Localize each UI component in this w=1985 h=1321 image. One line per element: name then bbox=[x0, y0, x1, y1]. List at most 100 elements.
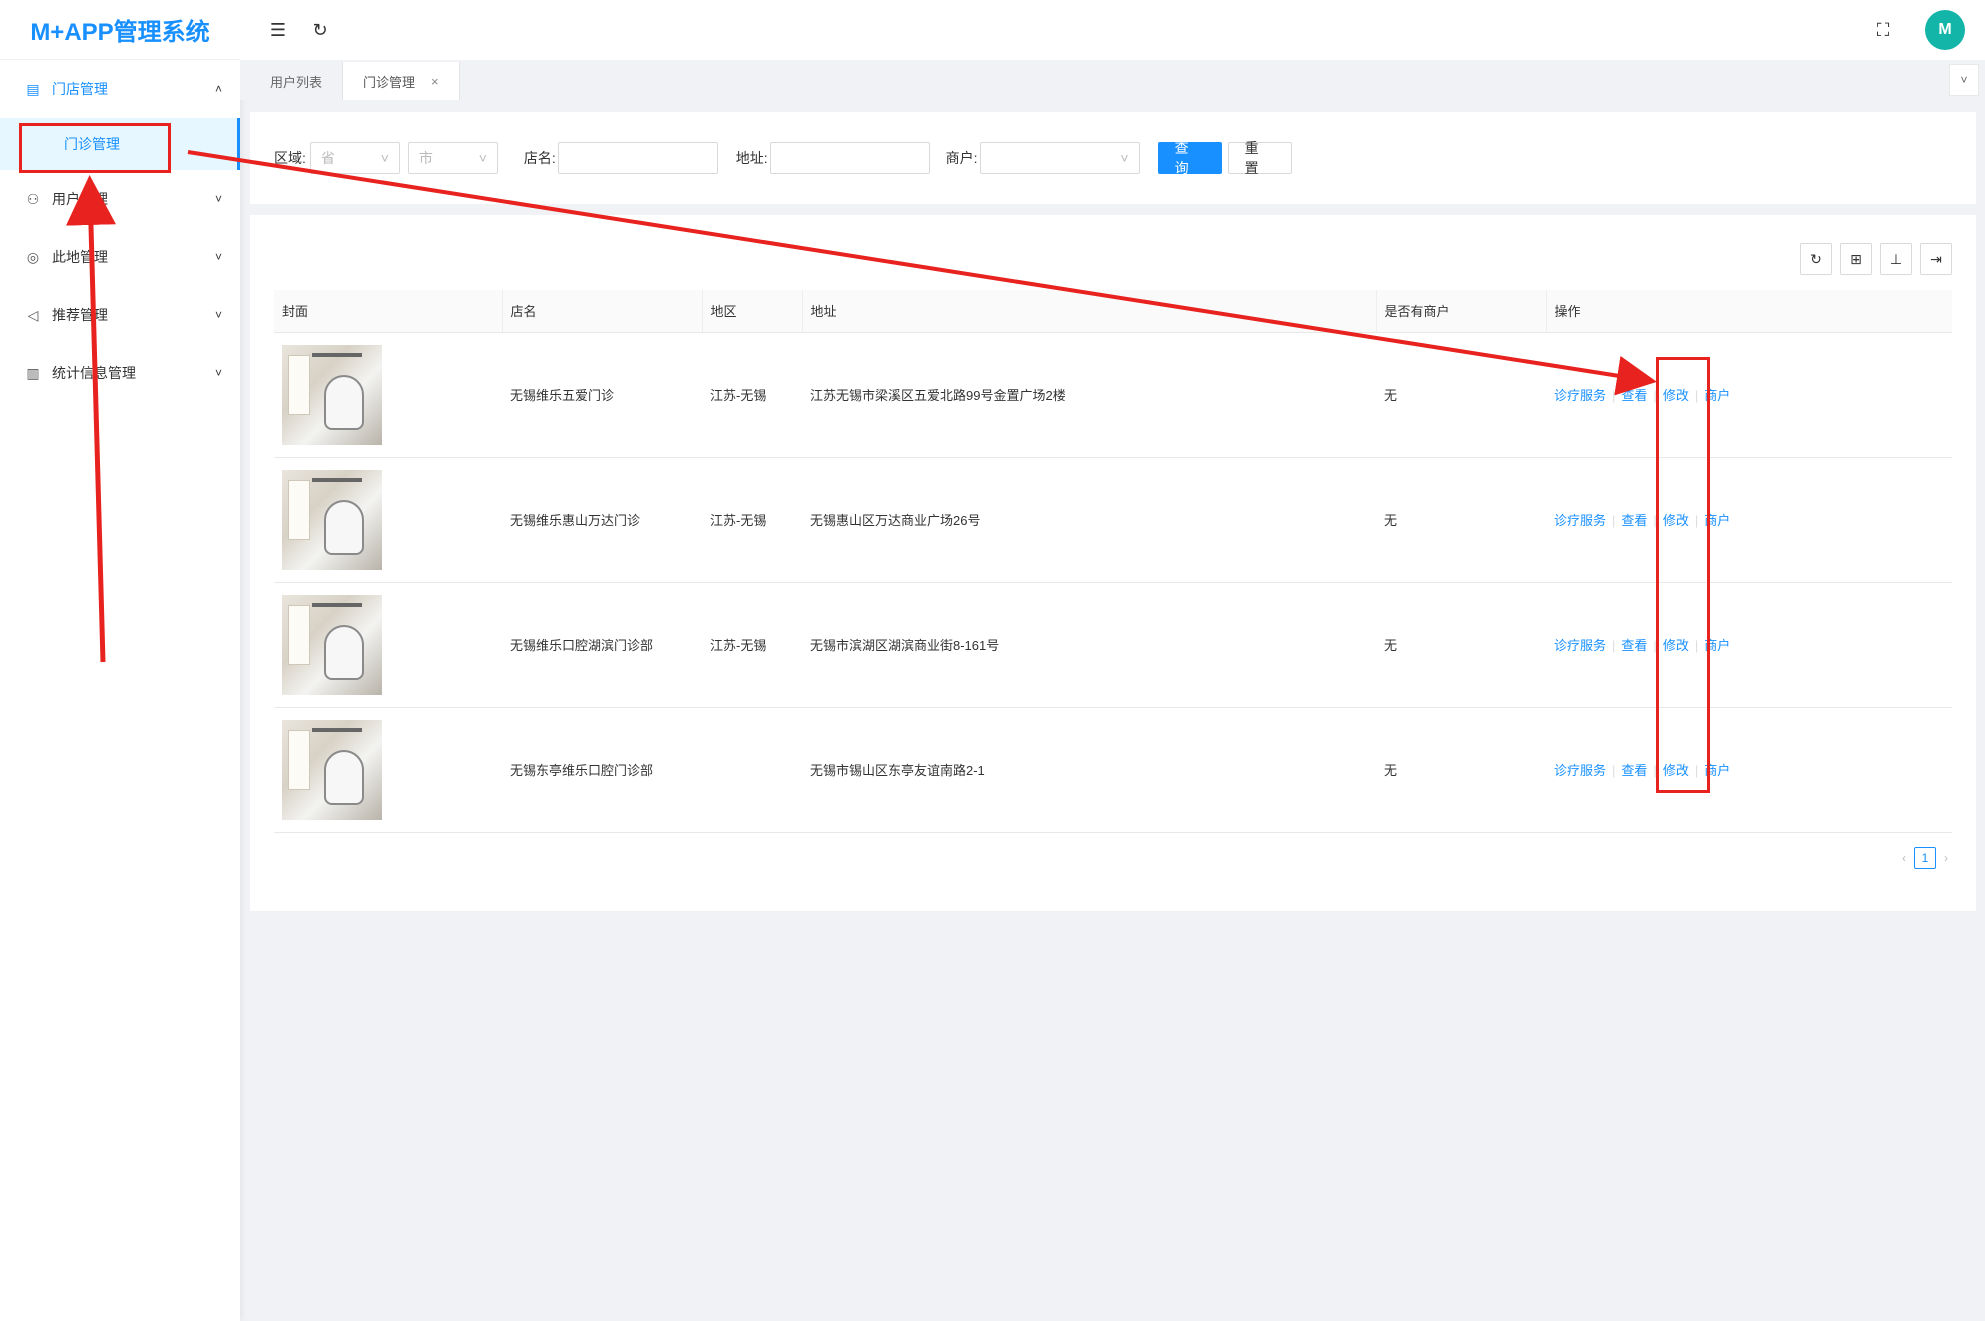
view-link[interactable]: 查看 bbox=[1621, 763, 1647, 778]
sidebar-item-label: 门店管理 bbox=[52, 81, 108, 97]
clinic-cover-image bbox=[282, 719, 382, 820]
export-icon[interactable]: ⇥ bbox=[1920, 243, 1952, 275]
sidebar-item-label: 统计信息管理 bbox=[52, 365, 136, 381]
refresh-icon[interactable]: ↻ bbox=[302, 12, 338, 48]
sidebar-item-label: 用户管理 bbox=[52, 191, 108, 207]
province-select[interactable]: 省 ˅ bbox=[309, 142, 400, 174]
clinic-cover-image bbox=[282, 594, 382, 695]
actions-cell: 诊疗服务 | 查看 | 修改 | 商户 bbox=[1554, 513, 1731, 528]
edit-link[interactable]: 修改 bbox=[1663, 763, 1689, 778]
sidebar-item-store-management[interactable]: ▤ 门店管理 ˄ bbox=[0, 60, 240, 118]
address-cell: 无锡市滨湖区湖滨商业街8-161号 bbox=[810, 638, 1000, 653]
tab-label: 用户列表 bbox=[270, 74, 323, 90]
treatment-service-link[interactable]: 诊疗服务 bbox=[1554, 763, 1606, 778]
table-panel: ↻ ⊞ ⊥ ⇥ 封面 店名 地区 地址 是否有商户 操作 无锡维乐五爱门诊 江苏… bbox=[250, 215, 1976, 911]
table-row: 无锡维乐五爱门诊 江苏-无锡 江苏无锡市梁溪区五爱北路99号金置广场2楼 无 诊… bbox=[274, 332, 1952, 457]
merchant-label: 商户: bbox=[945, 150, 978, 166]
city-placeholder: 市 bbox=[418, 150, 433, 166]
next-page-icon[interactable]: › bbox=[1944, 851, 1948, 865]
store-name-label: 店名: bbox=[523, 150, 556, 166]
column-header: 封面 bbox=[274, 290, 502, 333]
tab-label: 门诊管理 bbox=[363, 74, 416, 90]
province-placeholder: 省 bbox=[320, 150, 335, 166]
has-merchant-cell: 无 bbox=[1384, 388, 1398, 403]
location-icon: ◎ bbox=[26, 248, 40, 265]
app-logo: M+APP管理系统 bbox=[0, 0, 240, 60]
merchant-select[interactable]: ˅ bbox=[979, 142, 1140, 174]
address-input[interactable] bbox=[769, 142, 930, 174]
has-merchant-cell: 无 bbox=[1384, 513, 1398, 528]
sidebar-item-recommend-management[interactable]: ◁ 推荐管理 ˅ bbox=[0, 286, 240, 344]
chevron-down-icon: ˅ bbox=[214, 366, 222, 380]
refresh-icon[interactable]: ↻ bbox=[1800, 243, 1832, 275]
sidebar-item-user-management[interactable]: ⚇ 用户管理 ˅ bbox=[0, 170, 240, 228]
region-cell: 江苏-无锡 bbox=[710, 513, 767, 528]
chevron-down-icon: ˅ bbox=[214, 308, 222, 322]
tab-bar: 用户列表 门诊管理 × ˅ bbox=[240, 60, 1985, 100]
store-name-cell: 无锡东亭维乐口腔门诊部 bbox=[510, 763, 654, 778]
clinic-cover-image bbox=[282, 344, 382, 445]
merchant-link[interactable]: 商户 bbox=[1704, 513, 1730, 528]
region-cell: 江苏-无锡 bbox=[710, 388, 767, 403]
region-cell: 江苏-无锡 bbox=[710, 638, 767, 653]
tab-clinic-management[interactable]: 门诊管理 × bbox=[343, 62, 460, 100]
column-header: 是否有商户 bbox=[1375, 290, 1546, 333]
store-icon: ▤ bbox=[26, 80, 40, 97]
actions-cell: 诊疗服务 | 查看 | 修改 | 商户 bbox=[1554, 388, 1731, 403]
column-header: 地址 bbox=[801, 290, 1376, 333]
close-icon[interactable]: × bbox=[431, 74, 439, 89]
tab-user-list[interactable]: 用户列表 bbox=[250, 62, 344, 100]
merchant-link[interactable]: 商户 bbox=[1704, 638, 1730, 653]
city-select[interactable]: 市 ˅ bbox=[407, 142, 498, 174]
actions-cell: 诊疗服务 | 查看 | 修改 | 商户 bbox=[1554, 638, 1731, 653]
merchant-link[interactable]: 商户 bbox=[1704, 388, 1730, 403]
grid-icon[interactable]: ⊞ bbox=[1840, 243, 1872, 275]
merchant-link[interactable]: 商户 bbox=[1704, 763, 1730, 778]
store-name-cell: 无锡维乐口腔湖滨门诊部 bbox=[510, 638, 654, 653]
chart-icon: ▥ bbox=[26, 364, 40, 381]
treatment-service-link[interactable]: 诊疗服务 bbox=[1554, 388, 1606, 403]
menu-fold-icon[interactable]: ☰ bbox=[260, 12, 296, 48]
store-name-input[interactable] bbox=[557, 142, 718, 174]
column-header: 地区 bbox=[701, 290, 802, 333]
page-number[interactable]: 1 bbox=[1914, 847, 1936, 869]
address-label: 地址: bbox=[735, 150, 768, 166]
chevron-down-icon: ˅ bbox=[1960, 73, 1968, 87]
sidebar-item-location-management[interactable]: ◎ 此地管理 ˅ bbox=[0, 228, 240, 286]
clinic-table: 封面 店名 地区 地址 是否有商户 操作 无锡维乐五爱门诊 江苏-无锡 江苏无锡… bbox=[274, 290, 1952, 833]
view-link[interactable]: 查看 bbox=[1621, 388, 1647, 403]
table-header-row: 封面 店名 地区 地址 是否有商户 操作 bbox=[274, 290, 1952, 333]
user-icon: ⚇ bbox=[26, 190, 40, 207]
table-row: 无锡维乐惠山万达门诊 江苏-无锡 无锡惠山区万达商业广场26号 无 诊疗服务 | 查… bbox=[274, 457, 1952, 582]
density-icon[interactable]: ⊥ bbox=[1880, 243, 1912, 275]
treatment-service-link[interactable]: 诊疗服务 bbox=[1554, 638, 1606, 653]
fullscreen-icon[interactable]: ⛶ bbox=[1865, 12, 1901, 48]
prev-page-icon[interactable]: ‹ bbox=[1902, 851, 1906, 865]
sidebar-subitem-clinic-management[interactable]: 门诊管理 bbox=[0, 118, 240, 170]
avatar[interactable]: M bbox=[1925, 10, 1965, 50]
edit-link[interactable]: 修改 bbox=[1663, 638, 1689, 653]
edit-link[interactable]: 修改 bbox=[1663, 513, 1689, 528]
column-header: 店名 bbox=[501, 290, 702, 333]
edit-link[interactable]: 修改 bbox=[1663, 388, 1689, 403]
chevron-down-icon: ˅ bbox=[214, 192, 222, 206]
treatment-service-link[interactable]: 诊疗服务 bbox=[1554, 513, 1606, 528]
view-link[interactable]: 查看 bbox=[1621, 513, 1647, 528]
has-merchant-cell: 无 bbox=[1384, 763, 1398, 778]
tab-dropdown-button[interactable]: ˅ bbox=[1949, 64, 1979, 96]
search-button[interactable]: 查 询 bbox=[1157, 140, 1222, 176]
sidebar: M+APP管理系统 ▤ 门店管理 ˄ 门诊管理 ⚇ 用户管理 ˅ ◎ 此地管理 … bbox=[0, 0, 240, 1321]
sidebar-item-statistics-management[interactable]: ▥ 统计信息管理 ˅ bbox=[0, 344, 240, 402]
region-label: 区域: bbox=[274, 150, 306, 166]
address-cell: 无锡市锡山区东亭友谊南路2-1 bbox=[810, 763, 985, 778]
chevron-down-icon: ˅ bbox=[214, 250, 222, 264]
actions-cell: 诊疗服务 | 查看 | 修改 | 商户 bbox=[1554, 763, 1731, 778]
store-name-cell: 无锡维乐五爱门诊 bbox=[510, 388, 615, 403]
pagination: ‹ 1 › bbox=[1902, 847, 1948, 869]
view-link[interactable]: 查看 bbox=[1621, 638, 1647, 653]
clinic-cover-image bbox=[282, 469, 382, 570]
reset-button[interactable]: 重 置 bbox=[1227, 140, 1292, 176]
chevron-up-icon: ˄ bbox=[214, 82, 222, 96]
chevron-down-icon: ˅ bbox=[380, 150, 389, 166]
table-row: 无锡东亭维乐口腔门诊部 无锡市锡山区东亭友谊南路2-1 无 诊疗服务 | 查看 | 修改… bbox=[274, 707, 1952, 832]
